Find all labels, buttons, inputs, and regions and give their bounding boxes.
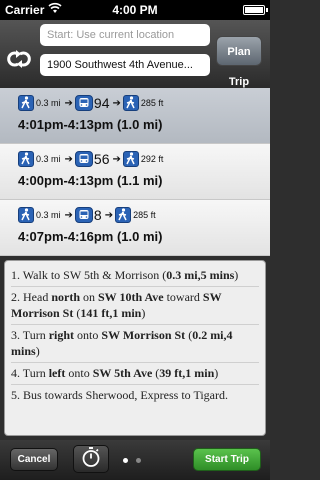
route-legs: 0.3 mi ➔ 94 ➔ 285 ft: [18, 94, 165, 112]
bus-icon: [74, 151, 93, 167]
arrow-icon: ➔: [64, 153, 73, 165]
bus-icon: [74, 207, 93, 223]
route-option[interactable]: 0.3 mi ➔ 8 ➔ 285 ft 4:07pm-4:16pm (1.0 m…: [0, 200, 270, 256]
direction-step: 1. Walk to SW 5th & Morrison (0.3 mi,5 m…: [11, 265, 259, 287]
arrow-icon: ➔: [112, 97, 121, 109]
walk-icon: [18, 151, 34, 167]
stopwatch-icon: [81, 446, 101, 473]
cancel-button[interactable]: Cancel: [10, 448, 58, 471]
stopwatch-button[interactable]: [73, 445, 109, 473]
page-indicator-dot: [136, 458, 141, 463]
battery-icon: [243, 5, 268, 15]
direction-step: 3. Turn right onto SW Morrison St (0.2 m…: [11, 325, 259, 363]
route-legs: 0.3 mi ➔ 56 ➔ 292 ft: [18, 150, 165, 168]
route-number: 94: [93, 95, 110, 111]
plan-trip-button[interactable]: Plan Trip: [216, 36, 262, 88]
directions-panel[interactable]: 1. Walk to SW 5th & Morrison (0.3 mi,5 m…: [4, 260, 266, 436]
clock: 4:00 PM: [112, 3, 158, 17]
walk-distance: 0.3 mi: [36, 154, 61, 164]
route-option[interactable]: 0.3 mi ➔ 56 ➔ 292 ft 4:00pm-4:13pm (1.1 …: [0, 144, 270, 200]
page-indicator-dot-active: [123, 458, 128, 463]
route-time-range: 4:07pm-4:16pm (1.0 mi): [18, 229, 163, 244]
direction-step: 2. Head north on SW 10th Ave toward SW M…: [11, 287, 259, 325]
route-number: 56: [93, 151, 110, 167]
direction-step: 5. Bus towards Sherwood, Express to Tiga…: [11, 388, 229, 402]
walk-distance: 285 ft: [140, 98, 164, 108]
destination-field[interactable]: 1900 Southwest 4th Avenue...: [40, 54, 210, 76]
walk-icon: [18, 95, 34, 111]
start-trip-button[interactable]: Start Trip: [193, 448, 261, 471]
status-bar: Carrier 4:00 PM: [0, 0, 270, 20]
route-time-range: 4:00pm-4:13pm (1.1 mi): [18, 173, 163, 188]
route-number: 8: [93, 207, 102, 223]
walk-icon: [115, 207, 132, 223]
start-location-field[interactable]: Start: Use current location: [40, 24, 210, 46]
direction-step: 4. Turn left onto SW 5th Ave (39 ft,1 mi…: [11, 363, 259, 385]
walk-distance: 0.3 mi: [36, 98, 61, 108]
route-options-list: 0.3 mi ➔ 94 ➔ 285 ft 4:01pm-4:13pm (1.0 …: [0, 88, 270, 256]
arrow-icon: ➔: [64, 209, 73, 221]
walk-icon: [18, 207, 34, 223]
arrow-icon: ➔: [64, 97, 73, 109]
route-legs: 0.3 mi ➔ 8 ➔ 285 ft: [18, 206, 158, 224]
walk-distance: 292 ft: [140, 154, 164, 164]
trip-header: Start: Use current location 1900 Southwe…: [0, 20, 270, 88]
walk-icon: [122, 95, 139, 111]
swap-locations-icon[interactable]: [4, 48, 34, 70]
walk-distance: 0.3 mi: [36, 210, 61, 220]
walk-icon: [122, 151, 139, 167]
bottom-toolbar: Cancel Start Trip: [0, 440, 270, 480]
route-option[interactable]: 0.3 mi ➔ 94 ➔ 285 ft 4:01pm-4:13pm (1.0 …: [0, 88, 270, 144]
walk-distance: 285 ft: [133, 210, 156, 220]
arrow-icon: ➔: [112, 153, 121, 165]
route-time-range: 4:01pm-4:13pm (1.0 mi): [18, 117, 163, 132]
bus-icon: [74, 95, 93, 111]
arrow-icon: ➔: [104, 209, 114, 221]
